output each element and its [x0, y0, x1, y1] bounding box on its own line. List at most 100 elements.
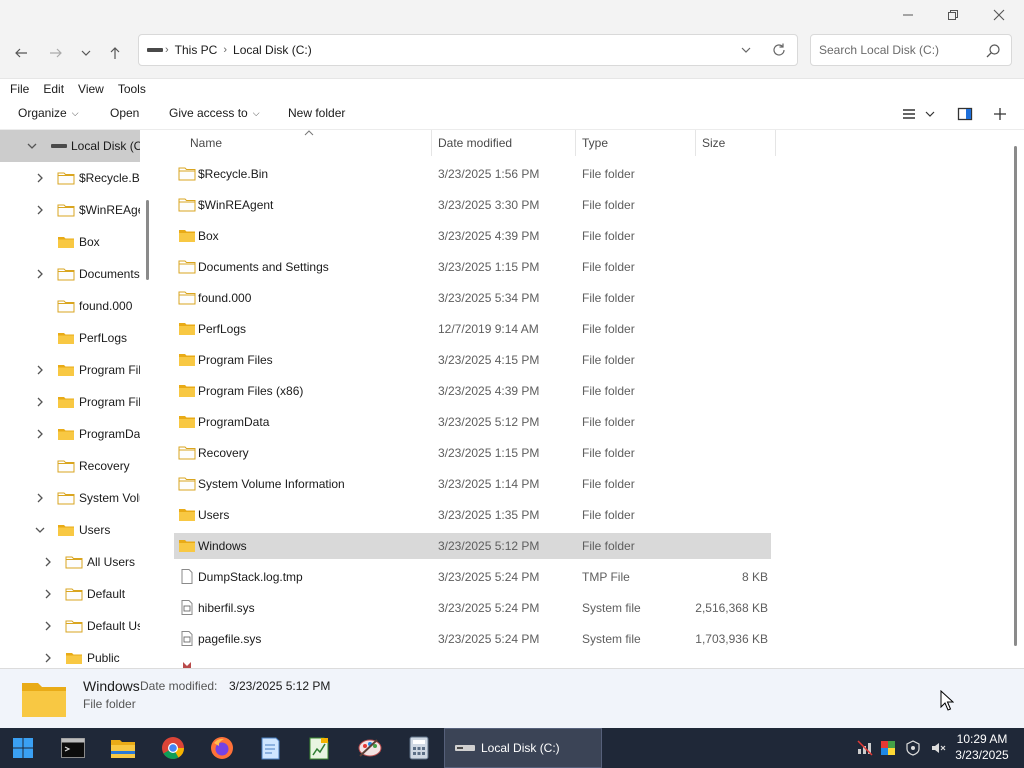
file-row-selected[interactable]: Windows 3/23/2025 5:12 PM File folder — [174, 533, 771, 559]
chevron-right-icon[interactable] — [35, 397, 45, 407]
firefox-icon[interactable] — [208, 734, 236, 762]
chevron-right-icon[interactable] — [35, 269, 45, 279]
navigation-pane-scrollbar[interactable] — [146, 200, 149, 280]
open-button[interactable]: Open — [110, 106, 139, 120]
tree-item-users[interactable]: Users — [0, 514, 140, 546]
refresh-icon[interactable] — [771, 42, 787, 58]
file-row[interactable]: Documents and Settings 3/23/2025 1:15 PM… — [174, 254, 771, 280]
give-access-button[interactable]: Give access to ⌵ — [169, 106, 260, 120]
tree-item-programdata[interactable]: ProgramData — [0, 418, 140, 450]
column-header-size[interactable]: Size — [696, 130, 776, 156]
recent-locations-chevron-icon[interactable] — [73, 40, 99, 66]
tree-item-perflogs[interactable]: PerfLogs — [0, 322, 140, 354]
file-row[interactable]: DumpStack.log.tmp 3/23/2025 5:24 PM TMP … — [174, 564, 771, 590]
close-icon[interactable] — [976, 0, 1022, 30]
security-icon[interactable] — [905, 740, 921, 756]
address-bar[interactable]: › This PC › Local Disk (C:) — [138, 34, 798, 66]
file-row[interactable]: Recovery 3/23/2025 1:15 PM File folder — [174, 440, 771, 466]
tree-item-program-files-x86[interactable]: Program Files (x86) — [0, 386, 140, 418]
chevron-right-icon[interactable] — [43, 557, 53, 567]
taskbar-active-window[interactable]: Local Disk (C:) — [444, 728, 602, 768]
chart-app-icon[interactable] — [305, 734, 333, 762]
view-options-chevron-icon[interactable] — [924, 106, 936, 122]
file-row[interactable]: hiberfil.sys 3/23/2025 5:24 PM System fi… — [174, 595, 771, 621]
file-row[interactable]: ProgramData 3/23/2025 5:12 PM File folde… — [174, 409, 771, 435]
chevron-right-icon[interactable] — [35, 205, 45, 215]
tree-item-default[interactable]: Default — [0, 578, 140, 610]
tree-item-winreagent[interactable]: $WinREAgent — [0, 194, 140, 226]
column-header-type[interactable]: Type — [576, 130, 696, 156]
tree-item-all-users[interactable]: All Users — [0, 546, 140, 578]
tree-item-default-user[interactable]: Default User — [0, 610, 140, 642]
tree-item-recycle-bin[interactable]: $Recycle.Bin — [0, 162, 140, 194]
color-picker-icon[interactable] — [880, 740, 896, 756]
volume-muted-icon[interactable] — [930, 740, 946, 756]
file-row[interactable]: $Recycle.Bin 3/23/2025 1:56 PM File fold… — [174, 161, 771, 187]
tree-item-box[interactable]: Box — [0, 226, 140, 258]
tree-item-system-volume-information[interactable]: System Volume Information — [0, 482, 140, 514]
chevron-down-icon[interactable] — [27, 141, 37, 151]
chevron-right-icon[interactable] — [35, 365, 45, 375]
network-icon[interactable] — [857, 740, 873, 756]
chevron-right-icon[interactable] — [43, 621, 53, 631]
forward-arrow-icon[interactable] — [43, 40, 69, 66]
file-row[interactable]: pagefile.sys 3/23/2025 5:24 PM System fi… — [174, 626, 771, 652]
chevron-right-icon[interactable] — [35, 493, 45, 503]
file-row[interactable]: $WinREAgent 3/23/2025 3:30 PM File folde… — [174, 192, 771, 218]
tree-item-found-000[interactable]: found.000 — [0, 290, 140, 322]
search-placeholder: Search Local Disk (C:) — [819, 43, 940, 57]
file-date: 3/23/2025 5:24 PM — [438, 632, 540, 646]
breadcrumb-local-disk[interactable]: Local Disk (C:) — [233, 43, 312, 57]
menu-file[interactable]: File — [10, 82, 29, 96]
organize-button[interactable]: Organize ⌵ — [18, 106, 79, 120]
column-size-label: Size — [702, 136, 726, 150]
file-row[interactable]: found.000 3/23/2025 5:34 PM File folder — [174, 285, 771, 311]
terminal-icon[interactable] — [59, 734, 87, 762]
paint-icon[interactable] — [356, 734, 384, 762]
preview-pane-icon[interactable] — [957, 106, 973, 122]
breadcrumb-this-pc[interactable]: This PC — [175, 43, 218, 57]
minimize-icon[interactable] — [885, 0, 931, 30]
address-dropdown-icon[interactable] — [739, 43, 753, 57]
up-arrow-icon[interactable] — [102, 40, 128, 66]
tree-item-public[interactable]: Public — [0, 642, 140, 668]
tree-item-program-files[interactable]: Program Files — [0, 354, 140, 386]
file-type: File folder — [582, 415, 635, 429]
menu-tools[interactable]: Tools — [118, 82, 146, 96]
tree-item-recovery[interactable]: Recovery — [0, 450, 140, 482]
calculator-icon[interactable] — [405, 734, 433, 762]
start-icon[interactable] — [9, 734, 37, 762]
add-icon[interactable] — [992, 106, 1008, 122]
file-row[interactable]: PerfLogs 12/7/2019 9:14 AM File folder — [174, 316, 771, 342]
back-arrow-icon[interactable] — [8, 40, 34, 66]
file-row[interactable]: Program Files (x86) 3/23/2025 4:39 PM Fi… — [174, 378, 771, 404]
chrome-icon[interactable] — [159, 734, 187, 762]
breadcrumb-separator-icon: › — [165, 44, 169, 56]
tree-item-documents-and-settings[interactable]: Documents and Settings — [0, 258, 140, 290]
file-date: 3/23/2025 1:35 PM — [438, 508, 540, 522]
menu-edit[interactable]: Edit — [43, 82, 64, 96]
chevron-right-icon[interactable] — [43, 653, 53, 663]
file-list-scrollbar[interactable] — [1014, 146, 1017, 646]
menu-view[interactable]: View — [78, 82, 104, 96]
system-clock[interactable]: 10:29 AM 3/23/2025 — [952, 731, 1012, 763]
chevron-right-icon[interactable] — [35, 429, 45, 439]
search-icon[interactable] — [985, 43, 1001, 59]
tree-item-local-disk[interactable]: Local Disk (C:) — [0, 130, 140, 162]
column-header-date[interactable]: Date modified — [432, 130, 576, 156]
file-row-partial[interactable] — [174, 657, 771, 668]
chevron-right-icon[interactable] — [43, 589, 53, 599]
restore-icon[interactable] — [930, 0, 976, 30]
file-row[interactable]: Users 3/23/2025 1:35 PM File folder — [174, 502, 771, 528]
notepad-icon[interactable] — [256, 734, 284, 762]
new-folder-button[interactable]: New folder — [288, 106, 345, 120]
file-row[interactable]: System Volume Information 3/23/2025 1:14… — [174, 471, 771, 497]
file-explorer-icon[interactable] — [109, 734, 137, 762]
file-row[interactable]: Program Files 3/23/2025 4:15 PM File fol… — [174, 347, 771, 373]
folder-icon — [57, 172, 75, 185]
file-row[interactable]: Box 3/23/2025 4:39 PM File folder — [174, 223, 771, 249]
chevron-right-icon[interactable] — [35, 173, 45, 183]
chevron-down-icon[interactable] — [35, 525, 45, 535]
details-view-icon[interactable] — [901, 106, 917, 122]
search-input[interactable]: Search Local Disk (C:) — [810, 34, 1012, 66]
